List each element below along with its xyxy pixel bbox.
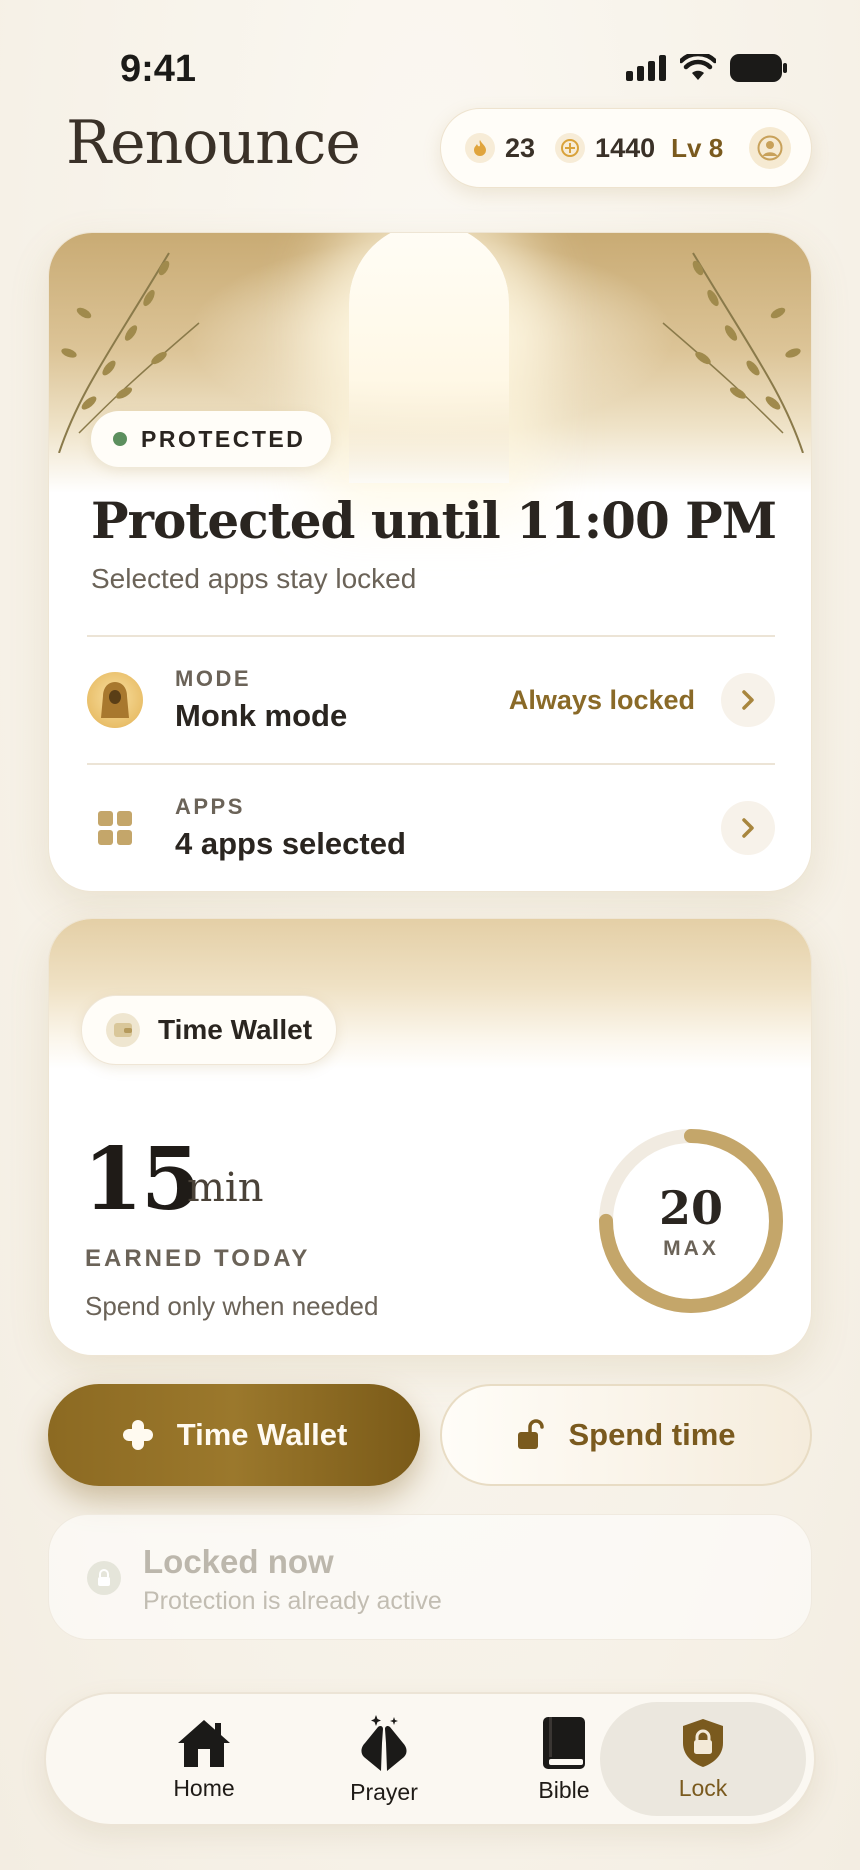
locked-now-title: Locked now: [143, 1543, 334, 1580]
lock-screen: 9:41 Renounce 23 1440 Lv 8 PROTECTED Pro…: [0, 0, 860, 1870]
tab-home[interactable]: Home: [114, 1702, 294, 1816]
tab-lock[interactable]: Lock: [600, 1702, 806, 1816]
apps-label: APPS: [175, 794, 245, 819]
flame-icon: [465, 133, 495, 163]
protection-title: Protected until 11:00 PM: [91, 491, 777, 550]
cellular-signal-icon: [626, 55, 666, 81]
time-wallet-card: Time Wallet 15 min EARNED TODAY Spend on…: [48, 918, 812, 1356]
protection-subtitle: Selected apps stay locked: [91, 563, 417, 594]
mode-chevron-button[interactable]: [721, 673, 775, 727]
time-wallet-button-label: Time Wallet: [176, 1417, 348, 1452]
apps-right: [721, 801, 775, 855]
battery-icon: [730, 54, 787, 82]
coin-icon: [555, 133, 586, 163]
mode-detail: Always locked: [508, 684, 695, 715]
lock-icon: [87, 1561, 121, 1595]
user-icon: [757, 135, 783, 161]
praying-hands-icon: [361, 1714, 407, 1771]
max-label: MAX: [663, 1237, 719, 1260]
plus-icon: [122, 1420, 153, 1450]
apps-row[interactable]: APPS 4 apps selected: [87, 765, 775, 891]
status-time: 9:41: [120, 48, 197, 90]
streak-stat: 23: [465, 133, 535, 164]
points-count: 1440: [595, 132, 656, 163]
earned-today-label: EARNED TODAY: [85, 1245, 311, 1272]
profile-avatar-button[interactable]: [749, 127, 791, 169]
time-wallet-badge: Time Wallet: [81, 995, 338, 1065]
chevron-right-icon: [742, 690, 754, 710]
time-wallet-badge-label: Time Wallet: [158, 1014, 313, 1045]
apps-value: 4 apps selected: [175, 826, 406, 861]
mode-value: Monk mode: [175, 698, 348, 733]
apps-text: APPS 4 apps selected: [175, 794, 406, 862]
max-minutes-value: 20: [658, 1181, 723, 1235]
tab-label-lock: Lock: [678, 1774, 728, 1801]
mode-label: MODE: [175, 666, 251, 691]
protected-badge-label: PROTECTED: [141, 425, 306, 452]
mode-row[interactable]: MODE Monk mode Always locked: [87, 637, 775, 763]
arch-doorway: [349, 233, 509, 483]
spend-note: Spend only when needed: [85, 1291, 379, 1321]
apps-grid-icon: [87, 800, 143, 856]
unlock-icon: [518, 1419, 545, 1449]
points-stat: 1440: [555, 133, 655, 164]
book-icon: [543, 1716, 585, 1769]
tab-prayer[interactable]: Prayer: [294, 1702, 474, 1816]
streak-count: 23: [505, 132, 536, 163]
monk-avatar-icon: [87, 672, 143, 728]
status-dot-icon: [113, 432, 127, 446]
chevron-right-icon: [742, 818, 754, 838]
apps-chevron-button[interactable]: [721, 801, 775, 855]
spend-time-button[interactable]: Spend time: [440, 1384, 812, 1486]
mode-text: MODE Monk mode: [175, 666, 347, 734]
shield-lock-icon: [683, 1718, 723, 1767]
spend-time-button-label: Spend time: [568, 1417, 736, 1452]
earned-minutes-unit: min: [187, 1165, 264, 1211]
protection-card: PROTECTED Protected until 11:00 PM Selec…: [48, 232, 812, 892]
time-wallet-button[interactable]: Time Wallet: [48, 1384, 420, 1486]
tab-bar: Home Prayer Bible Lock: [44, 1692, 816, 1826]
status-icons: [626, 54, 788, 82]
wallet-icon: [106, 1013, 140, 1047]
tab-label-prayer: Prayer: [350, 1778, 418, 1805]
locked-now-banner: Locked now Protection is already active: [48, 1514, 812, 1640]
earned-minutes-value: 15: [83, 1129, 201, 1230]
tab-label-home: Home: [173, 1774, 235, 1801]
protected-status-badge: PROTECTED: [91, 411, 332, 467]
mode-right: Always locked: [509, 673, 775, 727]
vine-decoration-right: [662, 252, 804, 453]
tab-label-bible: Bible: [538, 1776, 590, 1803]
locked-now-subtitle: Protection is already active: [143, 1587, 442, 1615]
status-bar: 9:41: [0, 40, 860, 100]
wifi-icon: [680, 54, 716, 80]
stats-pill[interactable]: 23 1440 Lv 8: [440, 108, 812, 188]
app-logo: Renounce: [66, 108, 361, 178]
level-label: Lv 8: [671, 132, 724, 163]
home-icon: [178, 1719, 230, 1767]
